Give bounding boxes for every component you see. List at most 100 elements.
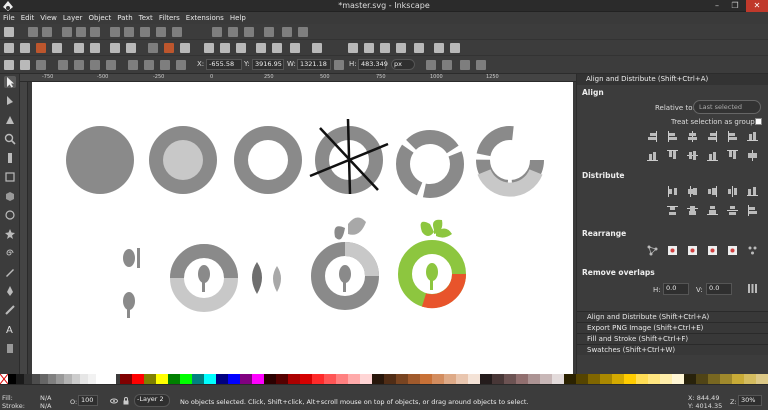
- ring[interactable]: [234, 126, 302, 194]
- x-input[interactable]: -655.58: [206, 59, 242, 70]
- distribute-left-icon[interactable]: [667, 186, 678, 197]
- ring-with-seed[interactable]: [170, 244, 238, 312]
- distribute-right-icon[interactable]: [707, 186, 718, 197]
- align-right-edges-icon[interactable]: [707, 131, 718, 142]
- v-gap-input[interactable]: 0.0: [706, 283, 732, 295]
- zoom-tool-icon[interactable]: [4, 133, 16, 145]
- rotate-90-ccw-icon[interactable]: [58, 60, 68, 70]
- filled-ring[interactable]: [149, 126, 217, 194]
- select-all-icon[interactable]: [4, 60, 14, 70]
- rotate-ccw-icon[interactable]: [110, 27, 120, 37]
- document-properties-icon[interactable]: [434, 43, 444, 53]
- distribute-baselines-v-icon[interactable]: [747, 205, 758, 216]
- drawing[interactable]: [32, 82, 573, 374]
- distribute-centers-v-icon[interactable]: [687, 205, 698, 216]
- export-icon[interactable]: [90, 43, 100, 53]
- menu-layer[interactable]: Layer: [60, 12, 86, 24]
- dock-align-distribute[interactable]: Align and Distribute (Shift+Ctrl+A): [577, 311, 768, 322]
- zoom-fit-icon[interactable]: [236, 43, 246, 53]
- exchange-positions-z-icon[interactable]: [687, 245, 698, 256]
- save-icon[interactable]: [36, 43, 46, 53]
- lower-icon[interactable]: [160, 60, 170, 70]
- flip-horizontal-icon[interactable]: [90, 60, 100, 70]
- raise-icon[interactable]: [144, 60, 154, 70]
- group-icon[interactable]: [290, 43, 300, 53]
- rotate-cw-icon[interactable]: [124, 27, 134, 37]
- pencil-icon[interactable]: [172, 27, 182, 37]
- exchange-positions-icon[interactable]: [667, 245, 678, 256]
- node-editor-tool-icon[interactable]: [4, 95, 16, 107]
- node-tool-icon[interactable]: [140, 27, 150, 37]
- dock-swatches[interactable]: Swatches (Shift+Ctrl+W): [577, 344, 768, 355]
- path-difference-icon[interactable]: [76, 27, 86, 37]
- dock-fill-stroke[interactable]: Fill and Stroke (Shift+Ctrl+F): [577, 333, 768, 344]
- rotate-90-cw-icon[interactable]: [74, 60, 84, 70]
- zoom-input[interactable]: 30%: [738, 395, 762, 406]
- colored-fruit-logo[interactable]: [398, 219, 467, 309]
- lower-to-bottom-icon[interactable]: [176, 60, 186, 70]
- scale-corners-icon[interactable]: [442, 60, 452, 70]
- flip-vertical-icon[interactable]: [106, 60, 116, 70]
- undo-icon[interactable]: [110, 43, 120, 53]
- bezier-icon[interactable]: [156, 27, 166, 37]
- menu-filters[interactable]: Filters: [156, 12, 183, 24]
- zoom-in-icon[interactable]: [204, 43, 214, 53]
- distribute-gaps-v-icon[interactable]: [727, 205, 738, 216]
- paste-icon[interactable]: [180, 43, 190, 53]
- spray-tool-icon[interactable]: [4, 342, 16, 354]
- rectangle-tool-icon[interactable]: [4, 171, 16, 183]
- text-tool-icon[interactable]: A: [4, 323, 16, 335]
- tweak-tool-icon[interactable]: [4, 114, 16, 126]
- copy-icon[interactable]: [148, 43, 158, 53]
- move-gradients-icon[interactable]: [460, 60, 470, 70]
- fill-stroke-icon[interactable]: [348, 43, 358, 53]
- treat-as-group-checkbox[interactable]: [755, 118, 762, 125]
- scale-stroke-icon[interactable]: [426, 60, 436, 70]
- seed-and-leaf-parts[interactable]: [123, 248, 140, 318]
- center-vertical-axis-icon[interactable]: [687, 131, 698, 142]
- menu-object[interactable]: Object: [85, 12, 114, 24]
- solid-circle[interactable]: [66, 126, 134, 194]
- pencil-tool-icon[interactable]: [4, 266, 16, 278]
- distribute-bottom-icon[interactable]: [707, 205, 718, 216]
- move-patterns-icon[interactable]: [476, 60, 486, 70]
- leaf-pair[interactable]: [252, 262, 281, 294]
- menu-text[interactable]: Text: [136, 12, 156, 24]
- minimize-button[interactable]: –: [708, 0, 726, 12]
- align-baseline-icon[interactable]: [747, 131, 758, 142]
- relative-to-select[interactable]: Last selected: [693, 100, 761, 114]
- menu-file[interactable]: File: [0, 12, 18, 24]
- distribute-centers-h-icon[interactable]: [687, 186, 698, 197]
- guides-icon[interactable]: [298, 27, 308, 37]
- duplicate-icon[interactable]: [256, 43, 266, 53]
- redo-history-icon[interactable]: [42, 27, 52, 37]
- h-gap-input[interactable]: 0.0: [663, 283, 689, 295]
- rect-icon[interactable]: [264, 27, 274, 37]
- distribute-top-icon[interactable]: [667, 205, 678, 216]
- canvas[interactable]: [28, 82, 576, 374]
- menu-help[interactable]: Help: [227, 12, 249, 24]
- calligraphy-tool-icon[interactable]: [4, 304, 16, 316]
- close-button[interactable]: ✕: [746, 0, 768, 12]
- snap-icon[interactable]: [244, 27, 254, 37]
- lock-icon[interactable]: [122, 397, 130, 405]
- unit-select[interactable]: px: [391, 59, 415, 70]
- redo-icon[interactable]: [126, 43, 136, 53]
- rotate-icon[interactable]: [212, 27, 222, 37]
- align-left-edges-icon[interactable]: [667, 131, 678, 142]
- unclump-icon[interactable]: [747, 245, 758, 256]
- lock-ratio-icon[interactable]: [334, 60, 344, 70]
- align-top-edge-icon[interactable]: [727, 150, 738, 161]
- undo-history-icon[interactable]: [28, 27, 38, 37]
- layers-icon[interactable]: [380, 43, 390, 53]
- maximize-button[interactable]: ❐: [726, 0, 744, 12]
- grid-icon[interactable]: [282, 27, 292, 37]
- w-input[interactable]: 1321.18: [297, 59, 331, 70]
- measure-tool-icon[interactable]: [4, 152, 16, 164]
- align-right-edge-icon[interactable]: [647, 131, 658, 142]
- opacity-input[interactable]: 100: [78, 395, 98, 406]
- menu-extensions[interactable]: Extensions: [183, 12, 227, 24]
- preferences-icon[interactable]: [450, 43, 460, 53]
- randomize-positions-icon[interactable]: [727, 245, 738, 256]
- dock-export-png[interactable]: Export PNG Image (Shift+Ctrl+E): [577, 322, 768, 333]
